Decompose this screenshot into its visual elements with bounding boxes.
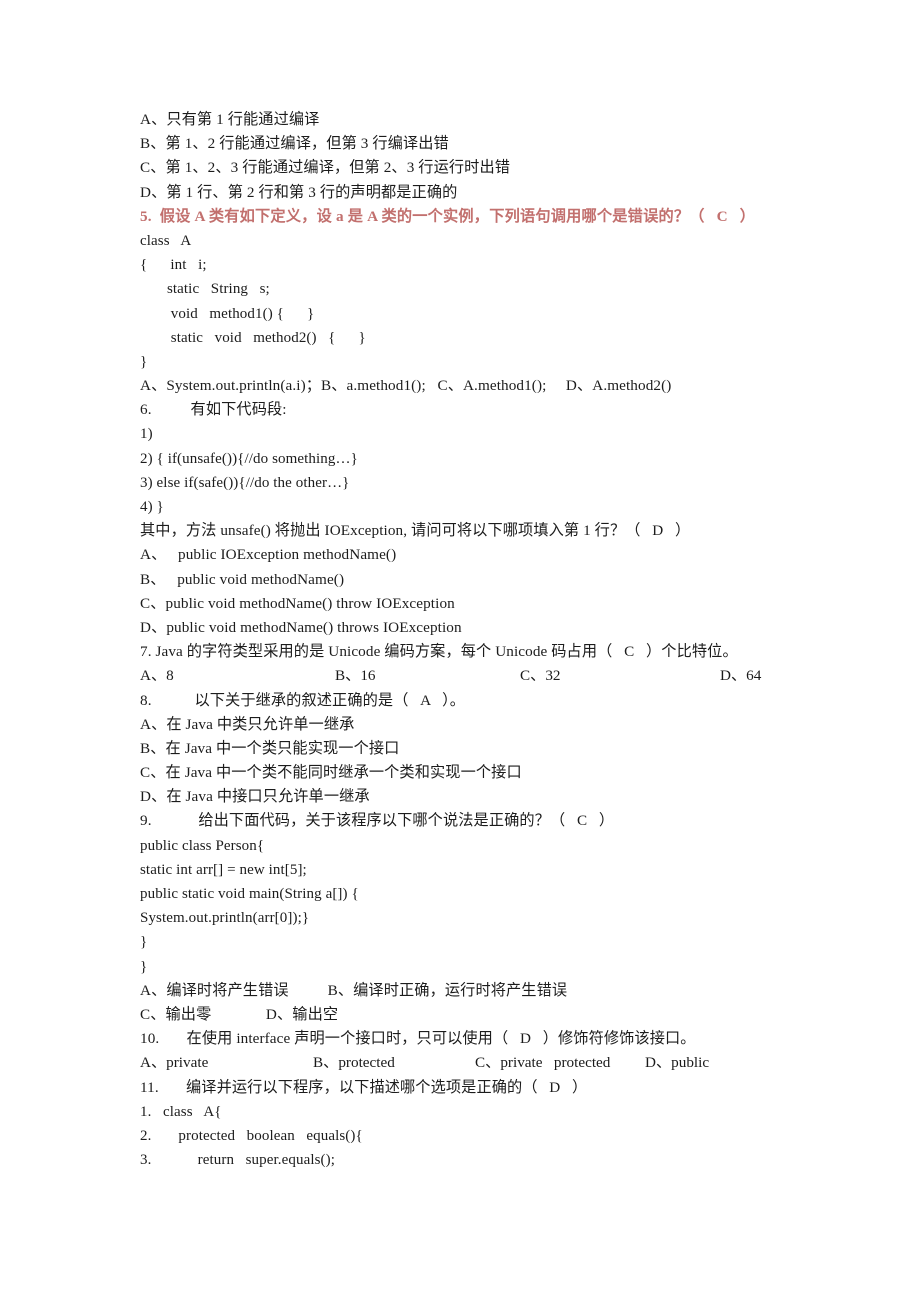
code-line: class A [140,232,192,249]
code-line: void method1() { } [140,305,315,322]
code-line: 3. return super.equals(); [140,1152,336,1169]
answer-option-line: B、第 1、2 行能通过编译，但第 3 行编译出错 [140,135,449,153]
code-line: 3) else if(safe()){//do the other…} [140,474,350,491]
answer-option-c: C、32 [520,667,561,685]
question-5-stem: 5. 假设 A 类有如下定义，设 a 是 A 类的一个实例，下列语句调用哪个是错… [140,207,756,225]
answer-option-a: A、8 [140,667,174,685]
answer-option-line: C、第 1、2、3 行能通过编译，但第 2、3 行运行时出错 [140,159,511,177]
code-line: static String s; [140,281,270,298]
code-line: } [140,353,148,370]
answer-option-d: D、public [645,1054,710,1072]
question-8-stem: 8. 以下关于继承的叙述正确的是（ A ）。 [140,691,466,709]
code-line: public class Person{ [140,837,265,854]
question-7-options-row: A、8 B、16 C、32 D、64 [140,664,820,688]
answer-option-line: A、 public IOException methodName() [140,546,397,564]
code-line: 1) [140,426,153,443]
document-text-body: A、只有第 1 行能通过编译 B、第 1、2 行能通过编译，但第 3 行编译出错… [140,108,820,1172]
question-10-stem: 10. 在使用 interface 声明一个接口时，只可以使用（ D ）修饰符修… [140,1030,696,1048]
code-line: public static void main(String a[]) { [140,886,359,902]
answer-option-line: C、在 Java 中一个类不能同时继承一个类和实现一个接口 [140,764,522,782]
code-line: 2. protected boolean equals(){ [140,1127,363,1144]
answer-option-c: C、private protected [475,1054,611,1072]
code-line: { int i; [140,257,207,274]
answer-option-line: D、在 Java 中接口只允许单一继承 [140,788,370,806]
answer-option-b: B、protected [313,1054,395,1072]
code-line: 2) { if(unsafe()){//do something…} [140,450,358,467]
question-5-options: A、System.out.println(a.i)；B、a.method1();… [140,377,672,395]
answer-option-line: C、public void methodName() throw IOExcep… [140,594,455,612]
code-line: System.out.println(arr[0]);} [140,910,310,927]
code-line: static void method2() { } [140,329,366,346]
code-line: } [140,934,148,951]
answer-option-line: B、 public void methodName() [140,570,345,588]
answer-option-line: A、只有第 1 行能通过编译 [140,111,320,128]
code-line: static int arr[] = new int[5]; [140,861,307,878]
answer-option-line: D、第 1 行、第 2 行和第 3 行的声明都是正确的 [140,183,458,201]
question-6-stem: 6. 有如下代码段: [140,401,287,419]
question-9-stem: 9. 给出下面代码，关于该程序以下哪个说法是正确的？（ C ） [140,812,615,830]
answer-option-a: A、private [140,1054,209,1072]
question-11-stem: 11. 编译并运行以下程序，以下描述哪个选项是正确的（ D ） [140,1078,588,1096]
answer-option-b: B、16 [335,667,376,685]
question-6-prompt: 其中，方法 unsafe() 将抛出 IOException, 请问可将以下哪项… [140,522,691,540]
answer-option-line: B、在 Java 中一个类只能实现一个接口 [140,739,400,757]
document-page: A、只有第 1 行能通过编译 B、第 1、2 行能通过编译，但第 3 行编译出错… [0,0,920,1302]
answer-option-line: D、public void methodName() throws IOExce… [140,618,462,636]
answer-option-line: A、在 Java 中类只允许单一继承 [140,715,355,733]
answer-option-line: C、输出零 D、输出空 [140,1005,339,1023]
question-7-stem: 7. Java 的字符类型采用的是 Unicode 编码方案，每个 Unicod… [140,643,738,661]
question-10-options-row: A、private B、protected C、private protecte… [140,1051,820,1075]
code-line: 1. class A{ [140,1103,222,1120]
code-line: 4) } [140,499,164,515]
code-line: } [140,958,148,975]
answer-option-line: A、编译时将产生错误 B、编译时正确，运行时将产生错误 [140,981,568,999]
answer-option-d: D、64 [720,667,762,685]
